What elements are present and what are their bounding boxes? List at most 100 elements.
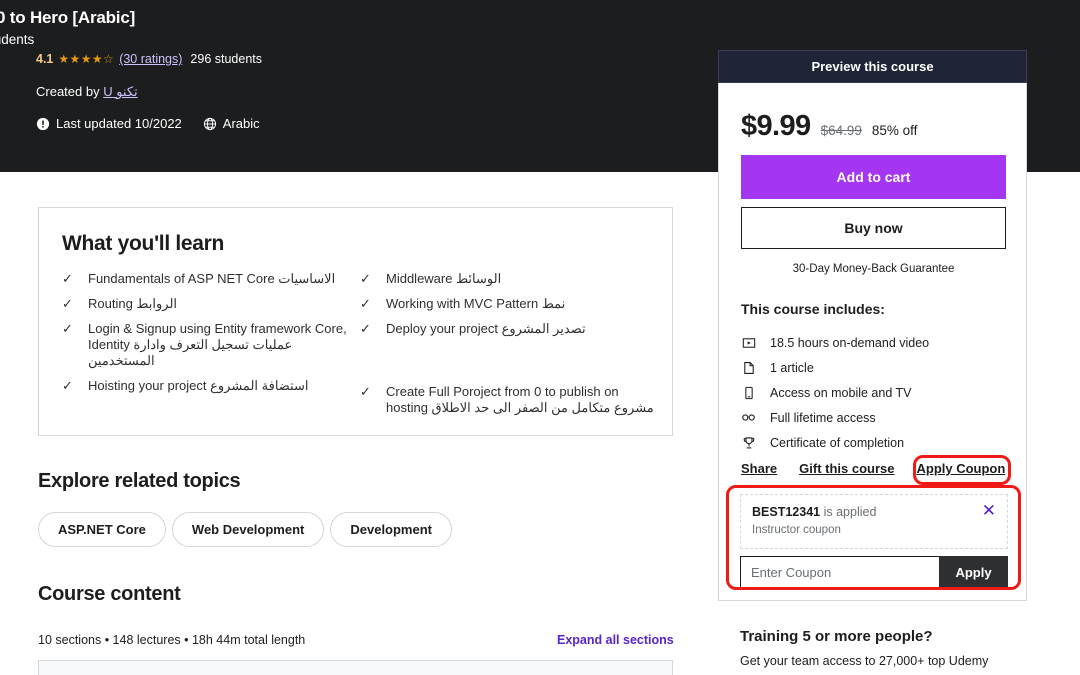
info-circle-icon [36, 117, 50, 131]
course-title: 0 to Hero [Arabic] [0, 8, 136, 27]
topic-pill-list: ASP.NET Core Web Development Development [38, 512, 452, 547]
what-you-will-learn-heading: What you'll learn [62, 232, 225, 255]
created-by-row: Created by تكنو U [36, 84, 138, 100]
star-rating-icon: ★★★★☆ [58, 52, 115, 66]
course-section-row[interactable] [38, 660, 673, 675]
students-count: 296 students [190, 52, 263, 66]
learn-item: ✓ Middleware الوسائط [360, 271, 658, 287]
ratings-count-link[interactable]: (30 ratings) [119, 52, 182, 66]
globe-icon [203, 117, 217, 131]
include-item-label: 18.5 hours on-demand video [770, 335, 930, 350]
learn-item: ✓ Deploy your project تصدير المشروع [360, 321, 658, 337]
course-content-meta: 10 sections • 148 lectures • 18h 44m tot… [38, 633, 306, 647]
check-icon: ✓ [360, 321, 371, 336]
learn-item-text: Create Full Poroject from 0 to publish o… [386, 384, 654, 415]
buy-now-button[interactable]: Buy now [741, 207, 1006, 249]
learn-item-text: Fundamentals of ASP NET Core الاساسيات [88, 271, 336, 286]
learn-item: ✓ Working with MVC Pattern نمط [360, 296, 658, 312]
applied-coupon-box: BEST12341 is applied Instructor coupon ✕ [740, 494, 1008, 549]
learn-item-text: Hoisting your project استضافة المشروع [88, 378, 309, 393]
course-language: Arabic [222, 116, 260, 131]
learn-item-text: Deploy your project تصدير المشروع [386, 321, 586, 336]
coupon-input-row: Apply [740, 556, 1008, 588]
course-rating-row: 4.1 ★★★★☆ (30 ratings) 296 students [36, 52, 262, 66]
price-row: $9.99 $64.99 85% off [741, 110, 917, 143]
course-meta-row: Last updated 10/2022 Arabic [36, 116, 260, 131]
explore-topics-heading: Explore related topics [38, 470, 241, 492]
trophy-icon [741, 436, 756, 450]
check-icon: ✓ [360, 384, 371, 399]
coupon-input[interactable] [740, 556, 939, 588]
last-updated-text: Last updated 10/2022 [56, 116, 182, 131]
learn-item-text: Login & Signup using Entity framework Co… [88, 321, 347, 368]
discount-percent: 85% off [871, 123, 918, 138]
include-item-label: Access on mobile and TV [770, 385, 912, 400]
include-item: Access on mobile and TV [741, 380, 1006, 405]
video-icon [741, 336, 756, 350]
include-item: Certificate of completion [741, 430, 1006, 455]
course-subtitle: tudents [0, 32, 35, 47]
include-item-label: 1 article [770, 360, 814, 375]
learn-column-spacer [360, 346, 658, 384]
apply-coupon-link[interactable]: Apply Coupon [917, 461, 1006, 476]
check-icon: ✓ [62, 378, 73, 393]
include-item: 1 article [741, 355, 1006, 380]
course-content-heading: Course content [38, 583, 181, 605]
course-landing-page: 0 to Hero [Arabic] tudents 4.1 ★★★★☆ (30… [0, 0, 1080, 675]
instructor-link[interactable]: تكنو U [103, 84, 137, 99]
what-you-will-learn-box: What you'll learn ✓ Fundamentals of ASP … [38, 207, 673, 436]
include-item-label: Full lifetime access [770, 410, 876, 425]
infinity-icon [741, 410, 756, 425]
course-includes-list: 18.5 hours on-demand video 1 article Acc… [741, 330, 1006, 455]
learn-item-text: Middleware الوسائط [386, 271, 502, 286]
hero-right-filler [1027, 0, 1080, 172]
learn-item: ✓ Routing الروابط [62, 296, 360, 312]
applied-coupon-suffix: is applied [820, 505, 877, 519]
article-icon [741, 361, 756, 375]
created-by-label: Created by [36, 84, 100, 99]
learn-item-text: Working with MVC Pattern نمط [386, 296, 566, 311]
check-icon: ✓ [360, 296, 371, 311]
learn-item: ✓ Login & Signup using Entity framework … [62, 321, 360, 369]
applied-coupon-type: Instructor coupon [752, 524, 841, 536]
learn-item: ✓ Fundamentals of ASP NET Core الاساسيات [62, 271, 360, 287]
applied-coupon-text: BEST12341 is applied Instructor coupon [752, 504, 876, 538]
preview-course-banner[interactable]: Preview this course [718, 50, 1027, 83]
topic-pill-aspnet-core[interactable]: ASP.NET Core [38, 512, 166, 547]
check-icon: ✓ [62, 271, 73, 286]
card-action-links: Share Gift this course Apply Coupon [741, 461, 1011, 476]
learn-item-text: Routing الروابط [88, 296, 178, 311]
original-price: $64.99 [820, 123, 862, 138]
learn-column-right: ✓ Middleware الوسائط ✓ Working with MVC … [360, 271, 658, 425]
mobile-icon [741, 386, 756, 400]
learn-columns: ✓ Fundamentals of ASP NET Core الاساسيات… [62, 271, 658, 425]
include-item: 18.5 hours on-demand video [741, 330, 1006, 355]
expand-all-sections-link[interactable]: Expand all sections [557, 633, 674, 647]
check-icon: ✓ [62, 321, 73, 336]
current-price: $9.99 [741, 110, 811, 142]
topic-pill-web-development[interactable]: Web Development [171, 512, 325, 547]
course-includes-heading: This course includes: [741, 301, 885, 317]
close-icon[interactable]: ✕ [982, 502, 996, 519]
learn-column-left: ✓ Fundamentals of ASP NET Core الاساسيات… [62, 271, 360, 425]
apply-coupon-button[interactable]: Apply [939, 556, 1008, 588]
gift-this-course-link[interactable]: Gift this course [799, 461, 894, 476]
card-divider [718, 600, 1027, 601]
coupon-panel: BEST12341 is applied Instructor coupon ✕… [740, 494, 1008, 588]
check-icon: ✓ [360, 271, 371, 286]
training-subtitle: Get your team access to 27,000+ top Udem… [740, 654, 989, 668]
preview-course-label: Preview this course [811, 59, 934, 74]
topic-pill-development[interactable]: Development [330, 512, 452, 547]
share-link[interactable]: Share [741, 461, 777, 476]
include-item: Full lifetime access [741, 405, 1006, 430]
applied-coupon-code: BEST12341 [752, 505, 821, 519]
rating-value: 4.1 [36, 52, 54, 66]
training-title: Training 5 or more people? [740, 628, 933, 645]
training-block: Training 5 or more people? Get your team… [740, 628, 1020, 670]
include-item-label: Certificate of completion [770, 435, 905, 450]
money-back-guarantee: 30-Day Money-Back Guarantee [792, 263, 955, 275]
check-icon: ✓ [62, 296, 73, 311]
learn-item: ✓ Create Full Poroject from 0 to publish… [360, 384, 658, 416]
add-to-cart-button[interactable]: Add to cart [741, 155, 1006, 199]
learn-item: ✓ Hoisting your project استضافة المشروع [62, 378, 360, 394]
